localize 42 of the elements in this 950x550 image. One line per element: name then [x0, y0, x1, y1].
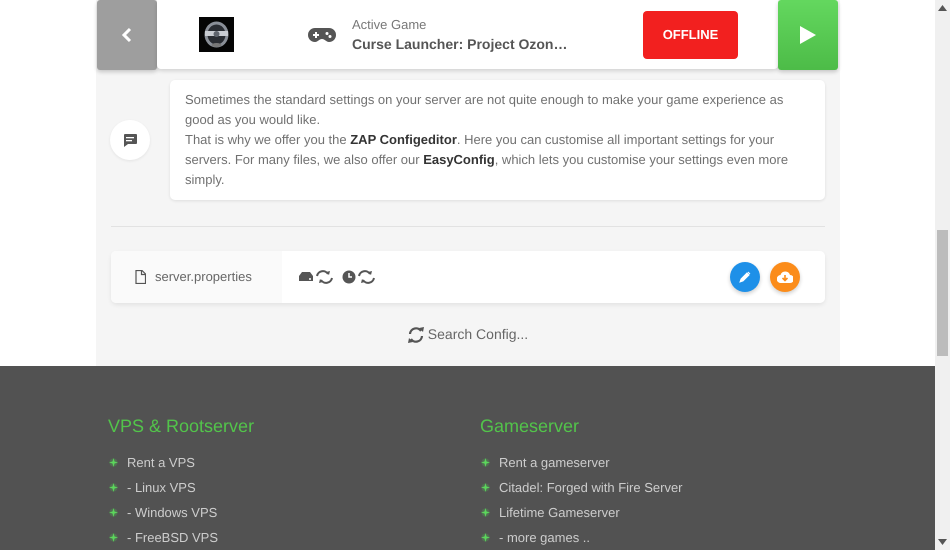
search-config-link[interactable]: Search Config... [408, 324, 528, 345]
footer-link[interactable]: - Linux VPS [127, 478, 196, 498]
drive-sync-icon [298, 270, 334, 284]
file-icon [135, 270, 146, 284]
chevron-left-icon [122, 27, 132, 43]
sparkle-icon [108, 507, 119, 518]
gamepad-icon [308, 26, 336, 44]
game-name: Curse Launcher: Project Ozon… [352, 34, 568, 54]
footer-heading: VPS & Rootserver [108, 415, 256, 438]
edit-button[interactable] [730, 262, 760, 292]
cloud-download-icon [777, 271, 793, 283]
footer-link[interactable]: Lifetime Gameserver [499, 502, 620, 522]
scrollbar[interactable] [935, 0, 950, 550]
play-icon [800, 26, 816, 44]
active-game-label: Active Game [352, 16, 428, 34]
footer-link[interactable]: Rent a gameserver [499, 452, 610, 472]
message-text: That is why we offer you the ZAP Configeditor. Here you can customise all important settings for your servers. For many files, we also offer our EasyConfig, which lets you customise your settings even more simply. [185, 131, 790, 189]
file-name: server.properties [155, 268, 252, 286]
pencil-icon [739, 271, 751, 283]
sparkle-icon [480, 457, 491, 468]
download-button[interactable] [770, 262, 800, 292]
message-text: Sometimes the standard settings on your server are not quite enough to make your game experience as good as you would like. [185, 91, 784, 129]
footer-link[interactable]: - more games .. [499, 528, 590, 548]
sparkle-icon [108, 482, 119, 493]
scrollbar-thumb[interactable] [937, 230, 948, 356]
sparkle-icon [480, 532, 491, 543]
footer-heading: Gameserver [480, 415, 580, 438]
status-button[interactable]: OFFLINE [643, 10, 738, 58]
sparkle-icon [480, 507, 491, 518]
footer-link[interactable]: - Windows VPS [127, 502, 218, 522]
footer-link[interactable]: - FreeBSD VPS [127, 528, 218, 548]
sparkle-icon [480, 482, 491, 493]
scroll-down-icon[interactable] [938, 539, 947, 545]
sparkle-icon [108, 532, 119, 543]
clock-sync-icon [342, 270, 378, 284]
message-icon [123, 134, 137, 146]
refresh-icon [408, 326, 424, 342]
footer-link[interactable]: Rent a VPS [127, 452, 195, 472]
sparkle-icon [108, 457, 119, 468]
play-button[interactable] [778, 0, 838, 70]
footer-link[interactable]: Citadel: Forged with Fire Server [499, 478, 683, 498]
scroll-up-icon[interactable] [938, 5, 947, 11]
